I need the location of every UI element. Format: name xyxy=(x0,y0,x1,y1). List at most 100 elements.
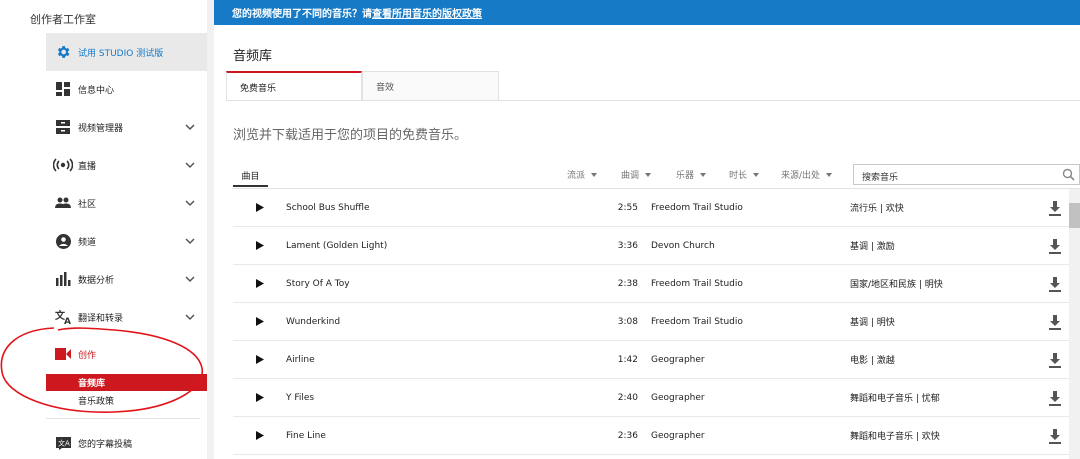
track-artist: Freedom Trail Studio xyxy=(651,278,743,289)
subtitles-icon: 文A xyxy=(55,435,71,451)
genre-filter-label: 流派 xyxy=(567,171,586,181)
track-duration: 1:42 xyxy=(617,354,638,365)
dashboard-icon xyxy=(55,81,71,97)
sidebar-item-live[interactable]: 直播 xyxy=(0,147,207,183)
download-icon[interactable] xyxy=(1048,277,1062,292)
sidebar-divider xyxy=(46,418,200,419)
caret-down-icon xyxy=(591,172,598,177)
track-artist: Geographer xyxy=(651,354,705,365)
track-row: Airline 1:42 Geographer 电影 | 激越 xyxy=(233,341,1080,379)
chevron-down-icon[interactable] xyxy=(184,121,196,133)
track-title: Airline xyxy=(286,354,315,365)
try-studio-beta-label: 试用 STUDIO 测试版 xyxy=(78,48,164,59)
track-genre-mood: 电影 | 激越 xyxy=(850,356,895,366)
banner-text: 您的视频使用了不同的音乐？请 xyxy=(232,9,372,20)
translate-icon: 文A xyxy=(55,309,73,325)
track-genre-mood: 基调 | 明快 xyxy=(850,318,895,328)
try-studio-beta-button[interactable]: 试用 STUDIO 测试版 xyxy=(46,33,207,71)
play-icon[interactable] xyxy=(256,355,264,364)
track-list: School Bus Shuffle 2:55 Freedom Trail St… xyxy=(233,189,1080,455)
page-title: 音频库 xyxy=(233,49,273,64)
play-icon[interactable] xyxy=(256,393,264,402)
studio-title: 创作者工作室 xyxy=(30,13,96,26)
chevron-down-icon[interactable] xyxy=(184,159,196,171)
duration-filter-label: 时长 xyxy=(729,171,748,181)
filter-bar: 曲目 流派 曲调 乐器 时长 来源/出处 xyxy=(233,162,1080,188)
scrollbar-track[interactable] xyxy=(1069,189,1080,459)
layout-gap xyxy=(207,0,214,459)
source-filter[interactable]: 来源/出处 xyxy=(781,168,833,181)
download-icon[interactable] xyxy=(1048,239,1062,254)
play-icon[interactable] xyxy=(256,241,264,250)
track-title: Fine Line xyxy=(286,430,326,441)
track-title: Wunderkind xyxy=(286,316,341,327)
chevron-down-icon[interactable] xyxy=(184,235,196,247)
page-subtitle: 浏览并下载适用于您的项目的免费音乐。 xyxy=(233,128,468,143)
source-filter-label: 来源/出处 xyxy=(781,171,821,181)
scrollbar-thumb[interactable] xyxy=(1069,203,1080,228)
music-policy-banner: 您的视频使用了不同的音乐？请 查看所用音乐的版权政策 xyxy=(214,0,1080,25)
download-icon[interactable] xyxy=(1048,429,1062,444)
download-icon[interactable] xyxy=(1048,353,1062,368)
sidebar-item-label: 翻译和转录 xyxy=(78,313,124,324)
sidebar-item-channel[interactable]: 频道 xyxy=(0,223,207,259)
community-icon xyxy=(55,195,71,211)
track-title: Y Files xyxy=(286,392,315,403)
play-icon[interactable] xyxy=(256,431,264,440)
track-genre-mood: 基调 | 激励 xyxy=(850,242,895,252)
chevron-down-icon[interactable] xyxy=(184,273,196,285)
caret-down-icon xyxy=(645,172,652,177)
chevron-down-icon[interactable] xyxy=(184,311,196,323)
create-icon xyxy=(55,346,71,362)
sidebar-item-your-subtitles[interactable]: 文A 您的字幕投稿 xyxy=(0,425,207,459)
track-title: Lament (Golden Light) xyxy=(286,240,388,251)
sidebar-item-community[interactable]: 社区 xyxy=(0,185,207,221)
play-icon[interactable] xyxy=(256,203,264,212)
tab-divider xyxy=(226,100,1080,101)
track-genre-mood: 舞蹈和电子音乐 | 欢快 xyxy=(850,432,940,442)
play-icon[interactable] xyxy=(256,279,264,288)
track-duration: 3:36 xyxy=(617,240,638,251)
search-box xyxy=(853,164,1080,188)
sidebar-item-create[interactable]: 创作 xyxy=(0,336,207,372)
download-icon[interactable] xyxy=(1048,201,1062,216)
channel-icon xyxy=(55,233,71,249)
sidebar-subitem-music-policies[interactable]: 音乐政策 xyxy=(46,392,207,409)
track-artist: Freedom Trail Studio xyxy=(651,202,743,213)
sidebar-item-label: 社区 xyxy=(78,199,97,210)
svg-text:文A: 文A xyxy=(58,438,70,447)
search-icon[interactable] xyxy=(1062,168,1075,181)
sidebar-item-dashboard[interactable]: 信息中心 xyxy=(0,71,207,107)
instrument-filter[interactable]: 乐器 xyxy=(676,168,707,181)
instrument-filter-label: 乐器 xyxy=(676,171,695,181)
sidebar-item-video-manager[interactable]: 视频管理器 xyxy=(0,109,207,145)
play-icon[interactable] xyxy=(256,317,264,326)
mood-filter[interactable]: 曲调 xyxy=(621,168,652,181)
track-duration: 2:40 xyxy=(617,392,638,403)
duration-filter[interactable]: 时长 xyxy=(729,168,760,181)
tab-sound-effects[interactable]: 音效 xyxy=(362,71,499,101)
caret-down-icon xyxy=(826,172,833,177)
sidebar-item-analytics[interactable]: 数据分析 xyxy=(0,261,207,297)
track-artist: Freedom Trail Studio xyxy=(651,316,743,327)
sidebar-item-label: 直播 xyxy=(78,161,97,172)
sidebar-item-label: 数据分析 xyxy=(78,275,115,286)
sidebar-item-translations[interactable]: 文A 翻译和转录 xyxy=(0,299,207,335)
audio-library-panel: 音频库 免费音乐 音效 浏览并下载适用于您的项目的免费音乐。 曲目 流派 曲调 … xyxy=(214,25,1080,459)
track-row: Wunderkind 3:08 Freedom Trail Studio 基调 … xyxy=(233,303,1080,341)
genre-filter[interactable]: 流派 xyxy=(567,168,598,181)
download-icon[interactable] xyxy=(1048,391,1062,406)
track-genre-mood: 舞蹈和电子音乐 | 忧郁 xyxy=(850,394,940,404)
track-title: Story Of A Toy xyxy=(286,278,350,289)
track-row: School Bus Shuffle 2:55 Freedom Trail St… xyxy=(233,189,1080,227)
download-icon[interactable] xyxy=(1048,315,1062,330)
chevron-down-icon[interactable] xyxy=(184,197,196,209)
column-header-track[interactable]: 曲目 xyxy=(233,165,268,187)
sidebar: 创作者工作室 试用 STUDIO 测试版 信息中心 视频管理器 直播 社区 频道… xyxy=(0,0,207,459)
tab-free-music[interactable]: 免费音乐 xyxy=(226,71,362,101)
track-row: Y Files 2:40 Geographer 舞蹈和电子音乐 | 忧郁 xyxy=(233,379,1080,417)
search-input[interactable] xyxy=(854,168,1044,188)
sidebar-subitem-audio-library[interactable]: 音频库 xyxy=(46,374,207,391)
track-artist: Geographer xyxy=(651,392,705,403)
banner-policy-link[interactable]: 查看所用音乐的版权政策 xyxy=(372,5,482,20)
